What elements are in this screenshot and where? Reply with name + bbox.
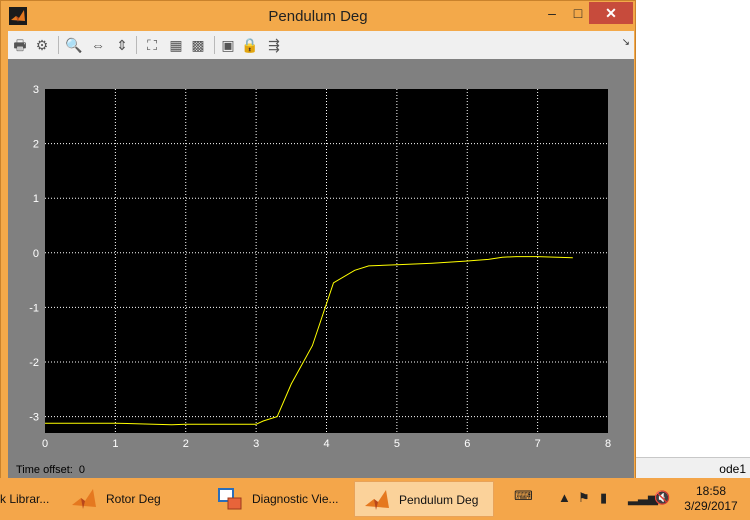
x-tick-label: 1 [112, 438, 118, 450]
battery-icon[interactable]: ▮ [600, 490, 607, 506]
y-tick-label: 3 [33, 84, 39, 96]
x-tick-label: 0 [42, 438, 48, 450]
clock[interactable]: 18:58 3/29/2017 [676, 484, 746, 514]
y-tick-label: -2 [29, 357, 39, 369]
scope-plot: 0 1 2 3 4 5 6 7 8 3 2 1 0 -1 -2 -3 [29, 84, 611, 450]
time-offset-label: Time offset: [16, 464, 73, 476]
taskbar-item-diagnostic-viewer[interactable]: Diagnostic Vie... [208, 481, 346, 517]
flag-icon[interactable]: ⚑ [578, 490, 590, 506]
clock-time: 18:58 [695, 484, 727, 498]
diagnostic-viewer-icon [218, 488, 242, 510]
y-tick-label: 0 [33, 248, 39, 260]
chevron-up-icon[interactable]: ▲ [558, 490, 571, 505]
taskbar-item-label: Rotor Deg [106, 492, 161, 506]
taskbar-item-library[interactable]: k Librar... [0, 481, 58, 517]
background-status-bar: ode1 [636, 457, 750, 479]
background-app-window [636, 0, 750, 480]
solver-status: ode1 [719, 462, 746, 476]
time-offset-value: 0 [78, 464, 85, 476]
matlab-icon [72, 489, 96, 509]
y-tick-label: -3 [29, 412, 39, 424]
taskbar-item-label: Diagnostic Vie... [252, 492, 339, 506]
taskbar-item-rotor-deg[interactable]: Rotor Deg [62, 481, 200, 517]
y-tick-label: 2 [33, 139, 39, 151]
x-tick-label: 6 [464, 438, 470, 450]
system-tray: ⌨ ▲ ⚑ ▮ ▂▃▅ 🔇 [508, 478, 676, 520]
volume-icon[interactable]: 🔇 [654, 490, 670, 506]
taskbar-item-label: k Librar... [0, 492, 50, 506]
y-tick-label: 1 [33, 193, 39, 205]
x-tick-label: 7 [535, 438, 541, 450]
scope-window: Pendulum Deg – □ ✕ 🖶 ⚙ 🔍 ⇔ ⇕ ⛶ ▦ ▩ ▣ 🔒 ⇶… [0, 0, 636, 490]
x-tick-label: 3 [253, 438, 259, 450]
x-tick-label: 2 [183, 438, 189, 450]
taskbar-item-label: Pendulum Deg [399, 493, 479, 507]
matlab-icon [365, 490, 389, 510]
x-tick-label: 8 [605, 438, 611, 450]
taskbar: k Librar... Rotor Deg Diagnostic Vie... … [0, 478, 750, 520]
x-tick-label: 4 [323, 438, 329, 450]
time-offset-readout: Time offset: 0 [10, 464, 85, 476]
clock-date: 3/29/2017 [684, 499, 738, 513]
taskbar-item-pendulum-deg[interactable]: Pendulum Deg [354, 481, 494, 517]
x-axis-ticks: 0 1 2 3 4 5 6 7 8 [42, 438, 611, 450]
y-axis-ticks: 3 2 1 0 -1 -2 -3 [29, 84, 39, 424]
y-tick-label: -1 [29, 302, 39, 314]
keyboard-icon[interactable]: ⌨ [514, 488, 533, 504]
x-tick-label: 5 [394, 438, 400, 450]
